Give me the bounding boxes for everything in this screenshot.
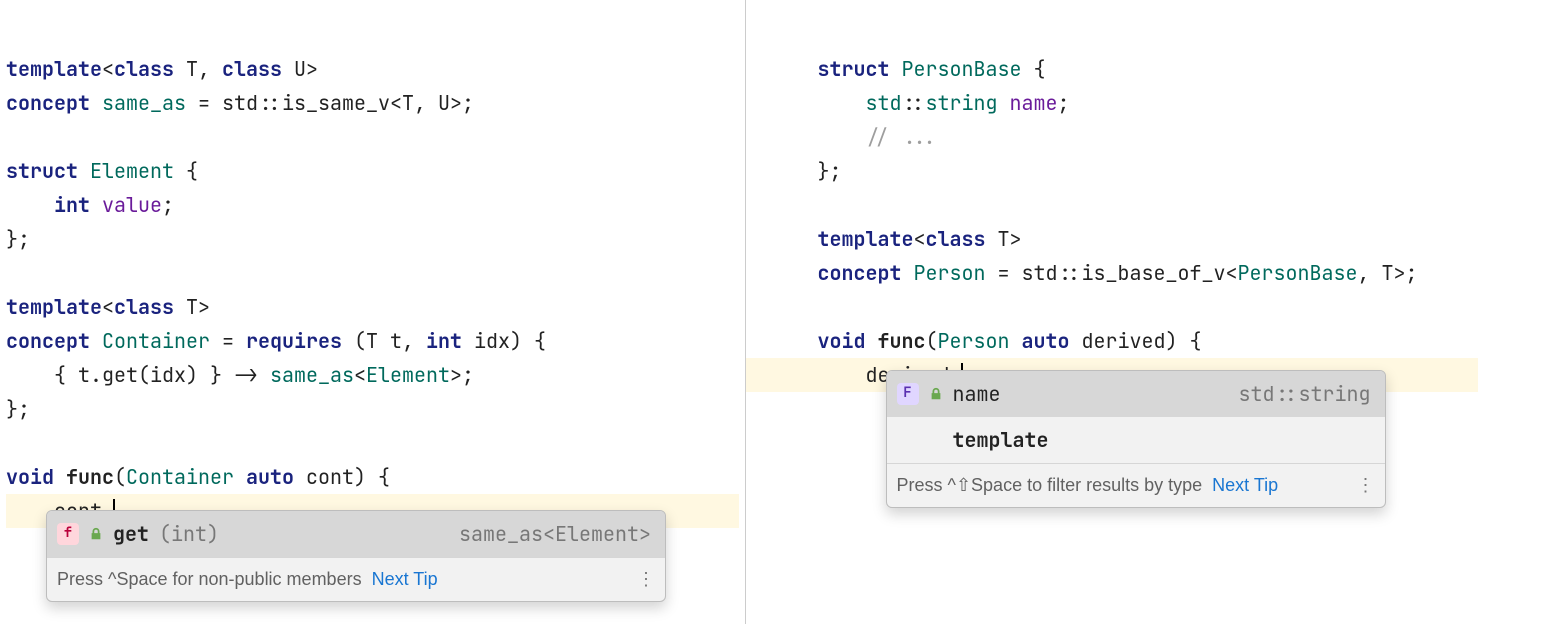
code-line: struct PersonBase { <box>818 56 1046 82</box>
code-line: concept Container = requires (T t, int i… <box>6 328 546 354</box>
code-line: { t.get(idx) } -> same_as<Element>; <box>6 362 474 388</box>
footer-hint: Press ^Space for non-public members <box>57 564 362 595</box>
code-line: void func(Container auto cont) { <box>6 464 390 490</box>
code-line: template<class T> <box>818 226 1022 252</box>
code-line: concept same_as = std::is_same_v<T, U>; <box>6 90 474 116</box>
completion-popup[interactable]: F name std::string template Press ^⇧Spac… <box>886 370 1386 508</box>
right-editor-pane[interactable]: struct PersonBase { std::string name; //… <box>746 0 1556 624</box>
code-line: concept Person = std::is_base_of_v<Perso… <box>818 260 1418 286</box>
completion-return-type: std::string <box>1239 377 1371 411</box>
left-editor-pane[interactable]: template<class T, class U> concept same_… <box>0 0 745 624</box>
more-icon[interactable]: ⋮ <box>1357 470 1375 501</box>
completion-item[interactable]: F name std::string <box>887 371 1385 417</box>
code-line: }; <box>818 158 842 184</box>
field-icon: F <box>897 383 919 405</box>
next-tip-link[interactable]: Next Tip <box>372 564 438 595</box>
completion-item[interactable]: f get (int) same_as<Element> <box>47 511 665 557</box>
code-line: }; <box>6 396 30 422</box>
completion-name: name <box>953 377 1001 411</box>
more-icon[interactable]: ⋮ <box>637 564 655 595</box>
code-line: std::string name; <box>818 90 1070 116</box>
completion-name: template <box>953 423 1049 457</box>
completion-popup[interactable]: f get (int) same_as<Element> Press ^Space… <box>46 510 666 602</box>
code-line: // ... <box>818 124 938 150</box>
code-line: struct Element { <box>6 158 198 184</box>
completion-signature: (int) <box>159 517 219 551</box>
completion-item[interactable]: template <box>887 417 1385 463</box>
completion-footer: Press ^Space for non-public members Next… <box>47 557 665 601</box>
code-line: template<class T> <box>6 294 210 320</box>
completion-return-type: same_as<Element> <box>459 517 651 551</box>
function-icon: f <box>57 523 79 545</box>
next-tip-link[interactable]: Next Tip <box>1212 470 1278 501</box>
completion-footer: Press ^⇧Space to filter results by type … <box>887 463 1385 507</box>
code-line: void func(Person auto derived) { <box>818 328 1202 354</box>
lock-icon <box>89 527 103 541</box>
lock-icon <box>929 387 943 401</box>
code-line: int value; <box>6 192 174 218</box>
footer-hint: Press ^⇧Space to filter results by type <box>897 470 1203 501</box>
code-line: template<class T, class U> <box>6 56 318 82</box>
completion-name: get <box>113 517 149 551</box>
code-line: }; <box>6 226 30 252</box>
